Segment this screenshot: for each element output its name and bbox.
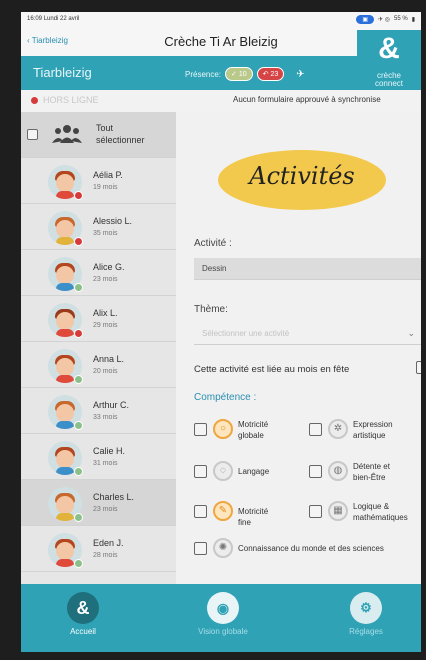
screen-share-icon: ▣ <box>356 14 375 24</box>
sync-message: Aucun formulaire approuvé à synchronise <box>233 95 381 104</box>
child-row[interactable]: Aélia P. 19 mois <box>21 158 176 204</box>
status-date: Lundi 22 avril <box>43 16 80 22</box>
activity-value: Dessin <box>202 264 227 273</box>
present-status-icon <box>74 421 83 430</box>
select-all-label: Tout sélectionner <box>96 123 145 145</box>
child-name: Anna L. <box>93 354 125 364</box>
theme-placeholder: Sélectionner une activité <box>202 329 290 338</box>
child-name: Alessio L. <box>93 216 133 226</box>
bottom-tab-bar: & Accueil ◉ Vision globale ⚙ Réglages <box>21 584 421 652</box>
science-icon: ✺ <box>213 538 233 558</box>
child-age: 23 mois <box>93 506 118 513</box>
child-name: Arthur C. <box>93 400 130 410</box>
palette-icon: ✲ <box>328 419 348 439</box>
present-count-badge[interactable]: ✓ 10 <box>225 67 253 81</box>
math-icon: ▦ <box>328 501 348 521</box>
month-question: Cette activité est liée au mois en fête <box>194 364 350 375</box>
child-name: Alix L. <box>93 308 118 318</box>
child-name: Aélia P. <box>93 170 123 180</box>
select-all-checkbox[interactable] <box>27 129 38 140</box>
month-checkbox[interactable] <box>416 361 421 374</box>
child-age: 23 mois <box>93 276 118 283</box>
battery-icon: ▮ <box>411 16 415 23</box>
activity-label: Activité : <box>194 238 232 249</box>
select-all-row[interactable]: Tout sélectionner <box>21 112 176 158</box>
child-row[interactable]: Alix L. 29 mois <box>21 296 176 342</box>
tab-home[interactable]: & Accueil <box>43 592 123 636</box>
tab-overview[interactable]: ◉ Vision globale <box>183 592 263 636</box>
offline-dot-icon <box>31 97 38 104</box>
child-row[interactable]: Calie H. 31 mois <box>21 434 176 480</box>
battery-level: 55 % <box>394 16 408 22</box>
present-status-icon <box>74 559 83 568</box>
outing-icon[interactable]: ✈ <box>296 69 304 80</box>
status-bar: 16:09 Lundi 22 avril ▣ ✈ ◎ 55 % ▮ <box>21 12 421 26</box>
skill-checkbox[interactable] <box>309 505 322 518</box>
child-name: Charles L. <box>93 492 135 502</box>
speech-icon: ◌ <box>213 461 233 481</box>
tablet-screen: 16:09 Lundi 22 avril ▣ ✈ ◎ 55 % ▮ ‹ Tiar… <box>21 12 421 652</box>
skill-checkbox[interactable] <box>194 505 207 518</box>
logo-ampersand-icon: & <box>378 32 400 65</box>
tab-overview-label: Vision globale <box>198 627 248 636</box>
absent-status-icon <box>74 329 83 338</box>
child-age: 29 mois <box>93 322 118 329</box>
child-age: 19 mois <box>93 184 118 191</box>
child-row[interactable]: Alice G. 23 mois <box>21 250 176 296</box>
wifi-icon: ✈ ◎ <box>378 16 390 23</box>
activity-field[interactable]: Dessin <box>194 258 421 280</box>
child-age: 20 mois <box>93 368 118 375</box>
child-row[interactable]: Anna L. 20 mois <box>21 342 176 388</box>
absent-status-icon <box>74 237 83 246</box>
presence-summary: Présence: ✓ 10 ↶ 23 ✈ <box>185 67 305 81</box>
present-status-icon <box>74 467 83 476</box>
eye-icon: ◉ <box>207 592 239 624</box>
offline-status: HORS LIGNE <box>43 95 99 105</box>
child-name: Eden J. <box>93 538 124 548</box>
competence-label: Compétence : <box>194 392 257 403</box>
fine-motor-icon: ✎ <box>213 501 233 521</box>
present-status-icon <box>74 375 83 384</box>
child-age: 33 mois <box>93 414 118 421</box>
child-age: 31 mois <box>93 460 118 467</box>
status-time: 16:09 <box>27 16 43 22</box>
present-status-icon <box>74 513 83 522</box>
home-ampersand-icon: & <box>67 592 99 624</box>
skill-checkbox[interactable] <box>309 423 322 436</box>
child-row[interactable]: Alessio L. 35 mois <box>21 204 176 250</box>
tab-settings-label: Réglages <box>349 627 383 636</box>
presence-label: Présence: <box>185 69 222 79</box>
form-title: Activités <box>249 162 355 190</box>
child-row[interactable]: Eden J. 28 mois <box>21 526 176 572</box>
skill-checkbox[interactable] <box>194 542 207 555</box>
child-age: 28 mois <box>93 552 118 559</box>
skill-checkbox[interactable] <box>309 465 322 478</box>
child-age: 35 mois <box>93 230 118 237</box>
theme-select[interactable]: Sélectionner une activité ⌄ <box>194 323 421 345</box>
skill-checkbox[interactable] <box>194 423 207 436</box>
child-name: Calie H. <box>93 446 126 456</box>
logo-text: crèche connect <box>374 71 404 88</box>
absent-status-icon <box>74 191 83 200</box>
connection-status-bar: HORS LIGNE Aucun formulaire approuvé à s… <box>21 90 421 112</box>
child-name: Alice G. <box>93 262 125 272</box>
settings-icon: ⚙ <box>350 592 382 624</box>
activity-form: Activités Activité : Dessin Thème: Sélec… <box>176 112 421 584</box>
skill-checkbox[interactable] <box>194 465 207 478</box>
tab-settings[interactable]: ⚙ Réglages <box>326 592 406 636</box>
child-row[interactable]: Arthur C. 33 mois <box>21 388 176 434</box>
present-status-icon <box>74 283 83 292</box>
absent-count-badge[interactable]: ↶ 23 <box>256 67 285 81</box>
theme-label: Thème: <box>194 304 228 315</box>
child-row[interactable]: Charles L. 23 mois <box>21 480 176 526</box>
children-list: Tout sélectionner Aélia P. 19 mois Alessio… <box>21 112 176 584</box>
chevron-down-icon: ⌄ <box>407 328 415 338</box>
gross-motor-icon: ○ <box>213 419 233 439</box>
relax-icon: ◍ <box>328 461 348 481</box>
user-name: Tiarbleizig <box>33 65 92 80</box>
tab-home-label: Accueil <box>70 627 96 636</box>
group-icon <box>52 125 82 143</box>
